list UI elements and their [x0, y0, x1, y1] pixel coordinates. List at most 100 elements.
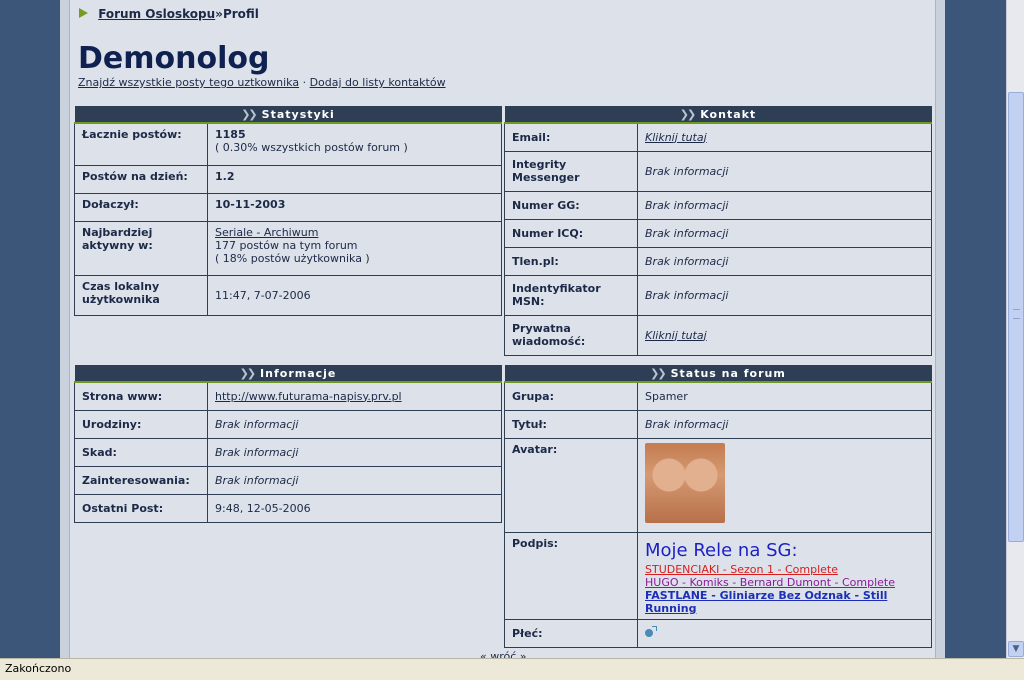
stats-label: Łacznie postów:	[74, 122, 208, 166]
stats-table: ❯❯ Statystyki Łacznie postów: 1185( 0.30%…	[74, 106, 502, 316]
info-value: http://www.futurama-napisy.prv.pl	[207, 381, 502, 411]
most-active-forum-link[interactable]: Seriale - Archiwum	[215, 226, 318, 239]
table-row: Ostatni Post: 9:48, 12-05-2006	[74, 493, 502, 523]
contact-header-label: Kontakt	[700, 107, 757, 121]
total-posts-value: 1185	[215, 128, 246, 141]
table-row: Integrity Messenger Brak informacji	[504, 150, 932, 192]
joined-value: 10-11-2003	[215, 197, 286, 211]
avatar-cell	[637, 437, 932, 533]
table-row: Skad: Brak informacji	[74, 437, 502, 467]
info-header-label: Informacje	[260, 366, 337, 380]
profile-username: Demonolog	[78, 41, 270, 76]
links-separator: ·	[299, 76, 310, 89]
total-posts-note: ( 0.30% wszystkich postów forum )	[215, 141, 408, 154]
breadcrumb-forum-link[interactable]: Forum Osloskopu	[98, 7, 215, 21]
table-row: Numer GG: Brak informacji	[504, 190, 932, 220]
stats-value: 1185( 0.30% wszystkich postów forum )	[207, 122, 502, 166]
contact-label: Email:	[504, 122, 638, 152]
right-background	[945, 0, 1006, 658]
signature-cell: Moje Rele na SG: STUDENCIAKI - Sezon 1 -…	[637, 531, 932, 620]
table-row: Płeć:	[504, 618, 932, 648]
back-link[interactable]: « wróć »	[480, 650, 527, 658]
vertical-scrollbar[interactable]: ▼	[1006, 0, 1024, 658]
contact-value: Brak informacji	[637, 218, 932, 248]
scrollbar-thumb[interactable]	[1008, 92, 1024, 542]
signature-link-3[interactable]: FASTLANE - Gliniarze Bez Odznak - Still …	[645, 589, 887, 615]
breadcrumb: Forum Osloskopu»Profil	[79, 7, 259, 21]
info-value: Brak informacji	[207, 409, 502, 439]
scroll-down-arrow-icon[interactable]: ▼	[1008, 641, 1024, 657]
most-active-note: 177 postów na tym forum	[215, 238, 358, 252]
contact-value: Kliknij tutaj	[637, 314, 932, 356]
stats-value: 1.2	[207, 164, 502, 194]
table-row: Prywatna wiadomość: Kliknij tutaj	[504, 314, 932, 356]
status-header-label: Status na forum	[670, 366, 786, 380]
title-value: Brak informacji	[637, 409, 932, 439]
contact-label: Prywatna wiadomość:	[504, 314, 638, 356]
breadcrumb-current: Profil	[222, 7, 259, 21]
contact-value: Brak informacji	[637, 190, 932, 220]
info-value: Brak informacji	[207, 465, 502, 495]
table-row: Avatar:	[504, 437, 932, 533]
status-header: ❯❯ Status na forum	[504, 365, 932, 383]
signature-link-1[interactable]: STUDENCIAKI - Sezon 1 - Complete	[645, 563, 838, 576]
table-row: Indentyfikator MSN: Brak informacji	[504, 274, 932, 316]
most-active-percent: ( 18% postów użytkownika )	[215, 251, 370, 265]
contact-value: Brak informacji	[637, 150, 932, 192]
info-label: Skad:	[74, 437, 208, 467]
status-label: Podpis:	[504, 531, 638, 620]
table-row: Zainteresowania: Brak informacji	[74, 465, 502, 495]
stats-header-label: Statystyki	[261, 107, 335, 121]
table-row: Najbardziej aktywny w: Seriale - Archiwu…	[74, 220, 502, 276]
table-row: Tlen.pl: Brak informacji	[504, 246, 932, 276]
status-label: Płeć:	[504, 618, 638, 648]
contact-value: Brak informacji	[637, 274, 932, 316]
status-label: Grupa:	[504, 381, 638, 411]
contact-value: Kliknij tutaj	[637, 122, 932, 152]
website-link[interactable]: http://www.futurama-napisy.prv.pl	[215, 390, 402, 403]
contact-table: ❯❯ Kontakt Email: Kliknij tutaj Integrity…	[504, 106, 932, 356]
signature-link-2[interactable]: HUGO - Komiks - Bernard Dumont - Complet…	[645, 576, 895, 589]
breadcrumb-arrow-icon	[79, 8, 88, 18]
breadcrumb-separator: »	[215, 7, 223, 21]
status-label: Tytuł:	[504, 409, 638, 439]
table-row: Numer ICQ: Brak informacji	[504, 218, 932, 248]
stats-label: Dołaczył:	[74, 192, 208, 222]
stats-label: Postów na dzień:	[74, 164, 208, 194]
double-chevron-icon: ❯❯	[241, 107, 258, 121]
table-row: Dołaczył: 10-11-2003	[74, 192, 502, 222]
status-table: ❯❯ Status na forum Grupa: Spamer Tytuł: B…	[504, 365, 932, 648]
info-value: Brak informacji	[207, 437, 502, 467]
private-message-link[interactable]: Kliknij tutaj	[645, 329, 707, 342]
browser-status-bar: Zakończono	[0, 658, 1024, 680]
stats-value: 11:47, 7-07-2006	[207, 274, 502, 316]
email-link[interactable]: Kliknij tutaj	[645, 131, 707, 144]
table-row: Postów na dzień: 1.2	[74, 164, 502, 194]
info-header: ❯❯ Informacje	[74, 365, 502, 383]
forum-content: Forum Osloskopu»Profil Demonolog Znajdź …	[69, 0, 936, 658]
table-row: Czas lokalny użytkownika 11:47, 7-07-200…	[74, 274, 502, 316]
double-chevron-icon: ❯❯	[650, 366, 667, 380]
stats-value: Seriale - Archiwum 177 postów na tym foru…	[207, 220, 502, 276]
info-table: ❯❯ Informacje Strona www: http://www.futu…	[74, 365, 502, 523]
table-row: Strona www: http://www.futurama-napisy.p…	[74, 381, 502, 411]
status-label: Avatar:	[504, 437, 638, 533]
stats-header: ❯❯ Statystyki	[74, 106, 502, 124]
info-label: Zainteresowania:	[74, 465, 208, 495]
profile-links: Znajdź wszystkie posty tego uztkownika ·…	[78, 76, 446, 89]
find-posts-link[interactable]: Znajdź wszystkie posty tego uztkownika	[78, 76, 299, 89]
contact-header: ❯❯ Kontakt	[504, 106, 932, 124]
table-row: Podpis: Moje Rele na SG: STUDENCIAKI - S…	[504, 531, 932, 620]
table-row: Email: Kliknij tutaj	[504, 122, 932, 152]
stats-label: Czas lokalny użytkownika	[74, 274, 208, 316]
table-row: Urodziny: Brak informacji	[74, 409, 502, 439]
info-value: 9:48, 12-05-2006	[207, 493, 502, 523]
contact-label: Numer ICQ:	[504, 218, 638, 248]
gender-cell	[637, 618, 932, 648]
stats-label: Najbardziej aktywny w:	[74, 220, 208, 276]
info-label: Ostatni Post:	[74, 493, 208, 523]
table-row: Grupa: Spamer	[504, 381, 932, 411]
add-contact-link[interactable]: Dodaj do listy kontaktów	[310, 76, 446, 89]
status-text: Zakończono	[5, 662, 72, 675]
signature-title: Moje Rele na SG:	[645, 539, 798, 561]
